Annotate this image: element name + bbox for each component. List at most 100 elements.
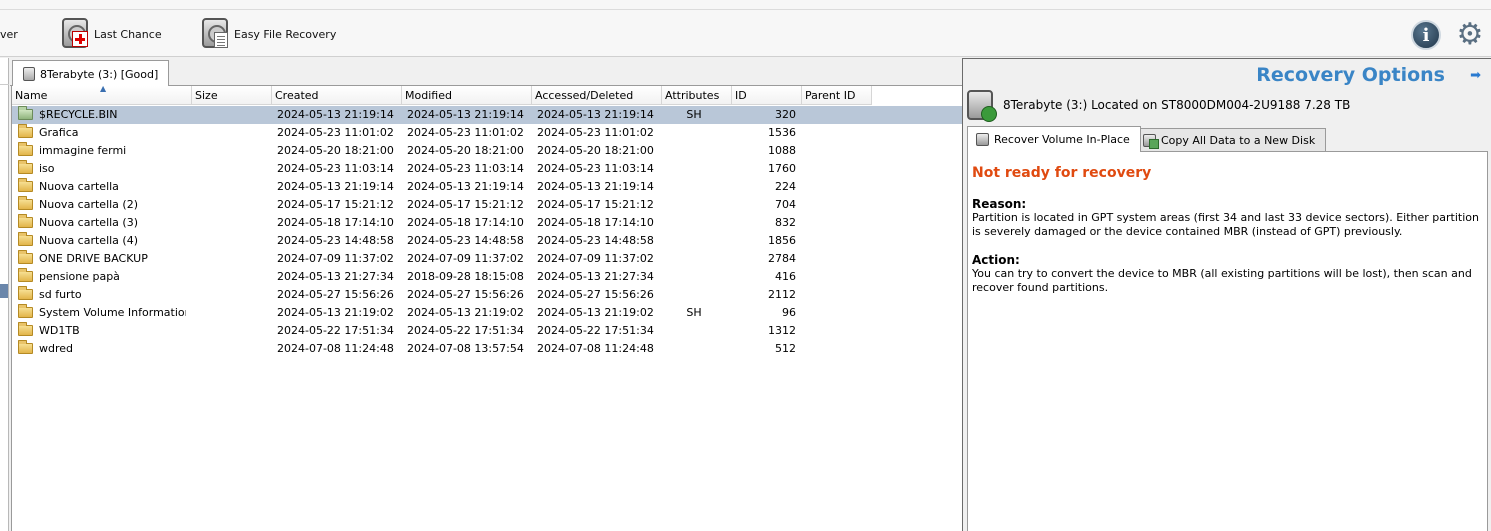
folder-icon	[18, 142, 33, 156]
cell-size	[194, 178, 264, 196]
column-header-name[interactable]: Name ▲	[12, 86, 192, 105]
cell-attributes	[662, 250, 726, 268]
cell-parent-id	[802, 268, 866, 286]
cell-created: 2024-07-09 11:37:02	[277, 252, 394, 265]
table-row[interactable]: Grafica 2024-05-23 11:01:02 2024-05-23 11:…	[12, 124, 963, 142]
cell-name: Nuova cartella (2)	[39, 198, 138, 211]
column-header-id[interactable]: ID	[732, 86, 802, 105]
folder-icon	[18, 232, 33, 246]
column-header-label: Size	[195, 89, 218, 102]
cell-created: 2024-05-13 21:19:14	[277, 180, 394, 193]
cell-created: 2024-05-23 14:48:58	[277, 234, 394, 247]
folder-icon	[18, 160, 33, 174]
tab-copy-to-new-disk[interactable]: Copy All Data to a New Disk	[1134, 128, 1327, 151]
cell-parent-id	[802, 286, 866, 304]
column-header-modified[interactable]: Modified	[402, 86, 532, 105]
table-row[interactable]: WD1TB 2024-05-22 17:51:34 2024-05-22 17:51…	[12, 322, 963, 340]
cell-name: iso	[39, 162, 55, 175]
cell-created: 2024-05-20 18:21:00	[277, 144, 394, 157]
table-row[interactable]: pensione papà 2024-05-13 21:27:34 2018-09-…	[12, 268, 963, 286]
cell-size	[194, 124, 264, 142]
table-row[interactable]: Nuova cartella (2) 2024-05-17 15:21:12 202…	[12, 196, 963, 214]
sort-ascending-icon: ▲	[100, 86, 107, 93]
panel-collapse-arrow-icon[interactable]: ➡	[1470, 68, 1481, 83]
folder-icon	[18, 286, 33, 300]
cell-modified: 2024-07-09 11:37:02	[407, 252, 524, 265]
column-header-label: ID	[735, 89, 747, 102]
cell-attributes	[662, 142, 726, 160]
cell-parent-id	[802, 250, 866, 268]
easy-file-recovery-label: Easy File Recovery	[234, 27, 337, 41]
toolbar-partial-button[interactable]: ver	[0, 17, 18, 51]
cell-modified: 2024-05-17 15:21:12	[407, 198, 524, 211]
cell-modified: 2018-09-28 18:15:08	[407, 270, 524, 283]
table-row[interactable]: $RECYCLE.BIN 2024-05-13 21:19:14 2024-05-1…	[12, 106, 963, 124]
cell-id: 320	[775, 108, 796, 121]
column-header-accessed-deleted[interactable]: Accessed/Deleted	[532, 86, 662, 105]
action-text: You can try to convert the device to MBR…	[972, 267, 1472, 294]
cell-created: 2024-07-08 11:24:48	[277, 342, 394, 355]
cell-id: 1088	[768, 144, 796, 157]
cell-attributes	[662, 178, 726, 196]
table-row[interactable]: iso 2024-05-23 11:03:14 2024-05-23 11:03:1…	[12, 160, 963, 178]
table-row[interactable]: sd furto 2024-05-27 15:56:26 2024-05-27 15…	[12, 286, 963, 304]
cell-parent-id	[802, 106, 866, 124]
cell-accessed: 2024-05-23 14:48:58	[537, 234, 654, 247]
cell-size	[194, 142, 264, 160]
drive-tab[interactable]: 8Terabyte (3:) [Good]	[12, 60, 170, 87]
folder-icon	[18, 322, 33, 336]
cell-accessed: 2024-05-13 21:19:02	[537, 306, 654, 319]
cell-accessed: 2024-07-09 11:37:02	[537, 252, 654, 265]
tab-recover-in-place[interactable]: Recover Volume In-Place	[967, 126, 1141, 152]
last-chance-label: Last Chance	[94, 27, 162, 41]
cell-modified: 2024-05-20 18:21:00	[407, 144, 524, 157]
device-tree-pane[interactable]	[0, 58, 9, 531]
table-row[interactable]: Nuova cartella (4) 2024-05-23 14:48:58 202…	[12, 232, 963, 250]
cell-name: sd furto	[39, 288, 82, 301]
info-icon[interactable]: i	[1411, 20, 1441, 50]
column-headers: Name ▲ Size Created Modified Accessed/Deleted…	[12, 86, 963, 105]
cell-name: wdred	[39, 342, 74, 355]
cell-parent-id	[802, 322, 866, 340]
cell-id: 512	[775, 342, 796, 355]
cell-size	[194, 268, 264, 286]
cell-modified: 2024-05-27 15:56:26	[407, 288, 524, 301]
table-row[interactable]: wdred 2024-07-08 11:24:48 2024-07-08 13:57…	[12, 340, 963, 358]
cell-modified: 2024-05-23 14:48:58	[407, 234, 524, 247]
column-header-size[interactable]: Size	[192, 86, 272, 105]
cell-created: 2024-05-13 21:19:14	[277, 108, 394, 121]
gear-icon[interactable]: ⚙	[1455, 20, 1485, 50]
cell-parent-id	[802, 142, 866, 160]
cell-id: 1312	[768, 324, 796, 337]
drive-status-icon	[967, 90, 997, 122]
folder-icon	[18, 178, 33, 192]
table-row[interactable]: Nuova cartella (3) 2024-05-18 17:14:10 202…	[12, 214, 963, 232]
cell-created: 2024-05-13 21:27:34	[277, 270, 394, 283]
cell-size	[194, 250, 264, 268]
cell-parent-id	[802, 214, 866, 232]
cell-size	[194, 232, 264, 250]
device-tree-selection[interactable]	[0, 284, 8, 298]
table-row[interactable]: ONE DRIVE BACKUP 2024-07-09 11:37:02 2024-…	[12, 250, 963, 268]
column-header-created[interactable]: Created	[272, 86, 402, 105]
table-row[interactable]: System Volume Information 2024-05-13 21:1…	[12, 304, 963, 322]
cell-attributes: SH	[686, 306, 702, 319]
action-heading: Action:	[972, 253, 1020, 267]
cell-attributes	[662, 268, 726, 286]
cell-attributes	[662, 124, 726, 142]
cell-attributes: SH	[686, 108, 702, 121]
table-row[interactable]: immagine fermi 2024-05-20 18:21:00 2024-05…	[12, 142, 963, 160]
file-list[interactable]: Name ▲ Size Created Modified Accessed/Deleted…	[11, 86, 963, 531]
status-text: Not ready for recovery	[972, 165, 1152, 181]
last-chance-button[interactable]: Last Chance	[60, 17, 162, 51]
column-header-parent-id[interactable]: Parent ID	[802, 86, 872, 105]
cell-created: 2024-05-27 15:56:26	[277, 288, 394, 301]
easy-file-recovery-button[interactable]: Easy File Recovery	[200, 17, 336, 51]
device-tree-divider	[0, 84, 9, 85]
column-header-attributes[interactable]: Attributes	[662, 86, 732, 105]
cell-id: 1760	[768, 162, 796, 175]
cell-size	[194, 304, 264, 322]
copy-to-new-disk-icon	[1143, 133, 1159, 149]
table-row[interactable]: Nuova cartella 2024-05-13 21:19:14 2024-05…	[12, 178, 963, 196]
cell-id: 2112	[768, 288, 796, 301]
